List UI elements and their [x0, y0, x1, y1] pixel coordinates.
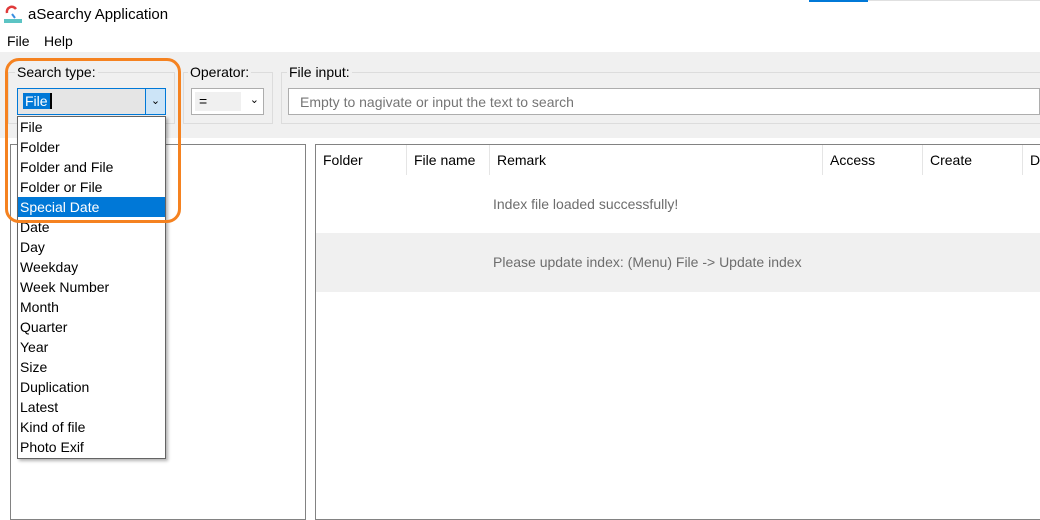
column-file-name[interactable]: File name	[407, 145, 490, 175]
accent-line	[809, 0, 868, 2]
menu-help[interactable]: Help	[44, 33, 73, 49]
column-folder[interactable]: Folder	[316, 145, 407, 175]
table-row[interactable]: Please update index: (Menu) File -> Upda…	[316, 233, 1040, 292]
option-kind-of-file[interactable]: Kind of file	[18, 417, 165, 437]
operator-label: Operator:	[188, 64, 252, 80]
column-remark[interactable]: Remark	[490, 145, 823, 175]
menu-file[interactable]: File	[7, 33, 30, 49]
file-input[interactable]	[288, 88, 1040, 115]
operator-combo[interactable]: = ⌄	[191, 88, 264, 115]
option-weekday[interactable]: Weekday	[18, 257, 165, 277]
window-title: aSearchy Application	[28, 6, 169, 23]
table-row[interactable]: Index file loaded successfully!	[316, 175, 1040, 233]
option-photo-exif[interactable]: Photo Exif	[18, 437, 165, 457]
option-month[interactable]: Month	[18, 297, 165, 317]
column-create[interactable]: Create	[923, 145, 1023, 175]
column-d[interactable]: D	[1023, 145, 1040, 175]
results-list[interactable]: Folder File name Remark Access Create D …	[315, 144, 1040, 520]
title-bar: aSearchy Application	[0, 0, 1040, 30]
app-logo-icon	[4, 5, 22, 23]
column-access[interactable]: Access	[823, 145, 923, 175]
option-quarter[interactable]: Quarter	[18, 317, 165, 337]
option-week-number[interactable]: Week Number	[18, 277, 165, 297]
operator-value[interactable]: =	[195, 92, 241, 111]
option-size[interactable]: Size	[18, 357, 165, 377]
divider	[868, 0, 1040, 1]
highlight-annotation	[5, 58, 181, 223]
option-day[interactable]: Day	[18, 237, 165, 257]
option-latest[interactable]: Latest	[18, 397, 165, 417]
chevron-down-icon[interactable]: ⌄	[250, 93, 259, 106]
option-duplication[interactable]: Duplication	[18, 377, 165, 397]
menu-bar: File Help	[0, 30, 1040, 52]
file-input-label: File input:	[287, 64, 352, 80]
option-year[interactable]: Year	[18, 337, 165, 357]
